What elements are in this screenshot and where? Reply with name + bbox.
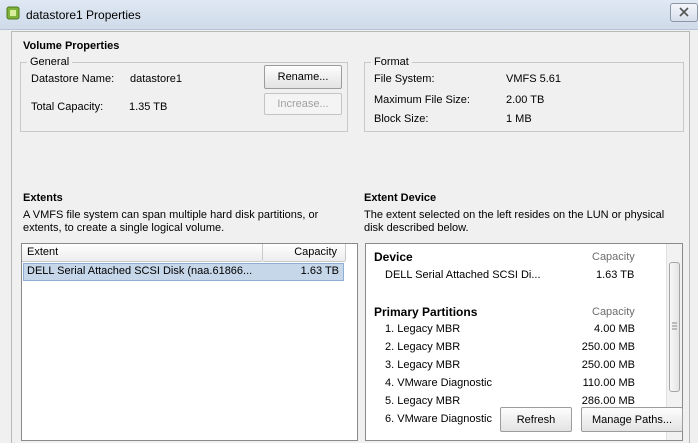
refresh-button[interactable]: Refresh — [500, 407, 572, 432]
partition-name: 2. Legacy MBR — [385, 341, 461, 353]
increase-button[interactable]: Increase... — [264, 93, 342, 115]
partition-name: 5. Legacy MBR — [385, 395, 461, 407]
device-heading: Device — [374, 250, 413, 264]
capacity-column-header[interactable]: Capacity — [263, 244, 345, 262]
datastore-icon — [6, 6, 20, 20]
manage-paths-button[interactable]: Manage Paths... — [581, 407, 683, 432]
scrollbar-thumb[interactable] — [669, 262, 680, 392]
extent-device-description-line2: disk described below. — [364, 222, 469, 234]
format-group: Format File System: VMFS 5.61 Maximum Fi… — [364, 56, 684, 132]
close-button[interactable] — [670, 3, 698, 22]
device-capacity-heading: Capacity — [592, 251, 635, 263]
close-icon — [679, 7, 689, 17]
grip-icon — [672, 322, 677, 330]
partition-name: 1. Legacy MBR — [385, 323, 461, 335]
extents-heading: Extents — [23, 192, 63, 204]
max-file-size-value: 2.00 TB — [506, 94, 545, 106]
total-capacity-label: Total Capacity: — [31, 101, 104, 113]
datastore-name-label: Datastore Name: — [31, 73, 115, 85]
extents-list[interactable]: Extent Capacity DELL Serial Attached SCS… — [21, 243, 358, 441]
extent-capacity-cell: 1.63 TB — [300, 265, 339, 277]
column-divider — [345, 244, 346, 261]
window-titlebar: datastore1 Properties — [0, 0, 698, 30]
partition-size: 250.00 MB — [581, 341, 635, 353]
file-system-value: VMFS 5.61 — [506, 73, 562, 85]
partition-size: 4.00 MB — [594, 323, 635, 335]
partition-name: 4. VMware Diagnostic — [385, 377, 492, 389]
partition-name: 3. Legacy MBR — [385, 359, 461, 371]
general-legend: General — [27, 56, 73, 68]
file-system-label: File System: — [374, 73, 435, 85]
extents-description-line2: extents, to create a single logical volu… — [23, 222, 225, 234]
table-row[interactable]: DELL Serial Attached SCSI Disk (naa.6186… — [23, 263, 344, 281]
device-capacity: 1.63 TB — [596, 269, 635, 281]
capacity-column-label: Capacity — [294, 246, 337, 258]
partitions-capacity-heading: Capacity — [592, 306, 635, 318]
partition-name: 6. VMware Diagnostic — [385, 413, 492, 425]
general-group: General Datastore Name: datastore1 Total… — [20, 56, 348, 132]
primary-partitions-heading: Primary Partitions — [374, 305, 478, 319]
total-capacity-value: 1.35 TB — [129, 101, 168, 113]
partition-size: 250.00 MB — [581, 359, 635, 371]
block-size-label: Block Size: — [374, 113, 429, 125]
extent-device-description-line1: The extent selected on the left resides … — [364, 209, 665, 221]
list-item: 1. Legacy MBR 4.00 MB — [385, 323, 635, 337]
partition-size: 286.00 MB — [581, 395, 635, 407]
max-file-size-label: Maximum File Size: — [374, 94, 470, 106]
extent-device-heading: Extent Device — [364, 192, 437, 204]
list-item: 3. Legacy MBR 250.00 MB — [385, 359, 635, 373]
extent-column-header[interactable]: Extent — [22, 244, 262, 262]
format-legend: Format — [371, 56, 412, 68]
block-size-value: 1 MB — [506, 113, 532, 125]
dialog-body: Volume Properties General Datastore Name… — [11, 31, 690, 443]
volume-properties-heading: Volume Properties — [23, 40, 120, 52]
list-item: 2. Legacy MBR 250.00 MB — [385, 341, 635, 355]
window-title: datastore1 Properties — [26, 8, 141, 22]
extents-description-line1: A VMFS file system can span multiple har… — [23, 209, 319, 221]
partition-size: 110.00 MB — [582, 377, 635, 389]
device-name: DELL Serial Attached SCSI Di... — [385, 269, 541, 281]
rename-button[interactable]: Rename... — [264, 65, 342, 89]
extent-name-cell: DELL Serial Attached SCSI Disk (naa.6186… — [27, 265, 253, 277]
datastore-name-value: datastore1 — [130, 73, 182, 85]
extent-column-label: Extent — [27, 246, 59, 258]
list-item: 4. VMware Diagnostic 110.00 MB — [385, 377, 635, 391]
